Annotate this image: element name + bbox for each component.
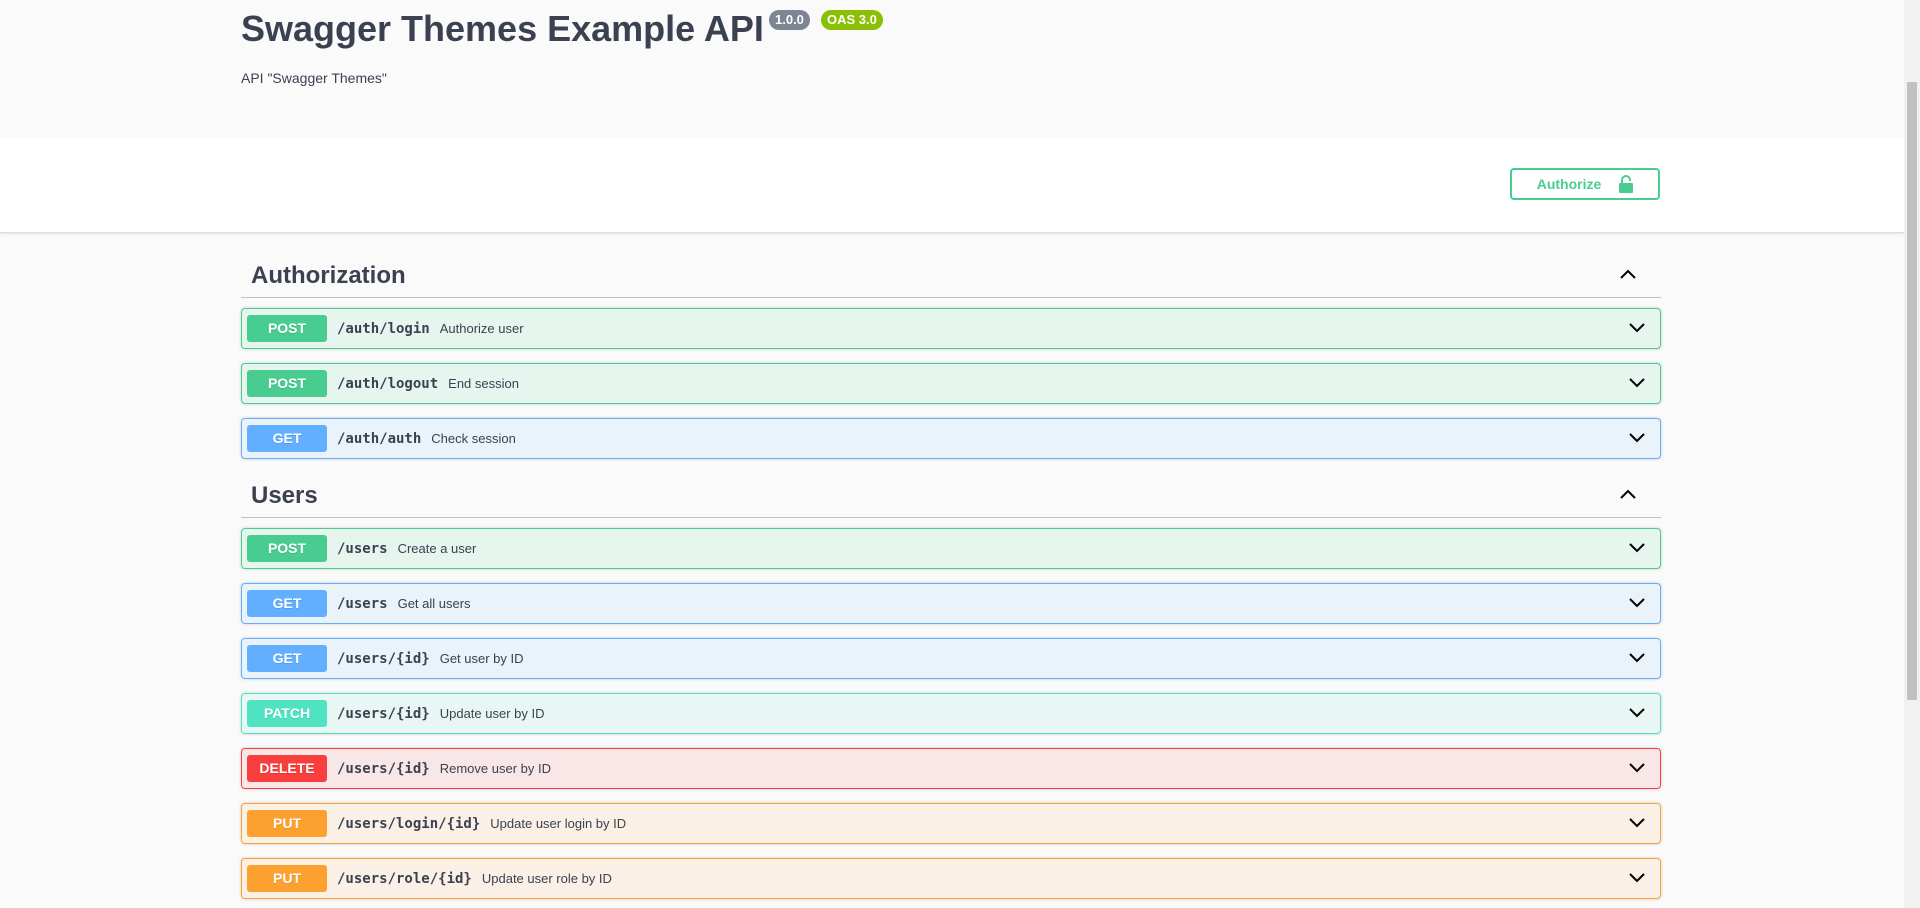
operation-get-user-by-id[interactable]: GET /users/{id} Get user by ID bbox=[241, 638, 1661, 679]
authorize-label: Authorize bbox=[1536, 176, 1602, 192]
operation-path: /users/{id} bbox=[337, 705, 430, 722]
chevron-down-icon[interactable] bbox=[1628, 871, 1646, 889]
oas-badge: OAS 3.0 bbox=[821, 10, 883, 30]
tag-users[interactable]: Users bbox=[241, 474, 1661, 518]
tag-authorization[interactable]: Authorization bbox=[241, 254, 1661, 298]
lock-icon bbox=[1619, 175, 1634, 193]
authorize-button[interactable]: Authorize bbox=[1510, 168, 1660, 200]
method-badge: GET bbox=[247, 590, 327, 617]
operation-summary: Update user role by ID bbox=[481, 871, 612, 886]
tag-name: Authorization bbox=[251, 261, 406, 289]
operation-summary: Authorize user bbox=[439, 321, 524, 336]
chevron-down-icon[interactable] bbox=[1628, 706, 1646, 724]
operation-post-auth-login[interactable]: POST /auth/login Authorize user bbox=[241, 308, 1661, 349]
chevron-down-icon[interactable] bbox=[1628, 376, 1646, 394]
operation-path: /users/{id} bbox=[337, 760, 430, 777]
operation-summary: Update user by ID bbox=[439, 706, 545, 721]
chevron-down-icon[interactable] bbox=[1628, 321, 1646, 339]
method-badge: PUT bbox=[247, 865, 327, 892]
method-badge: POST bbox=[247, 370, 327, 397]
method-badge: POST bbox=[247, 315, 327, 342]
method-badge: PATCH bbox=[247, 700, 327, 727]
operation-summary: Create a user bbox=[397, 541, 477, 556]
method-badge: PUT bbox=[247, 810, 327, 837]
api-description: API "Swagger Themes" bbox=[241, 70, 387, 86]
operation-post-users[interactable]: POST /users Create a user bbox=[241, 528, 1661, 569]
chevron-down-icon[interactable] bbox=[1628, 651, 1646, 669]
operation-summary: End session bbox=[448, 376, 519, 391]
scrollbar-thumb[interactable] bbox=[1907, 82, 1917, 700]
operation-summary: Get user by ID bbox=[439, 651, 524, 666]
operation-path: /users bbox=[337, 540, 388, 557]
operation-path: /users/login/{id} bbox=[337, 815, 481, 832]
operation-path: /users/role/{id} bbox=[337, 870, 472, 887]
chevron-up-icon[interactable] bbox=[1619, 267, 1637, 285]
operation-path: /auth/login bbox=[337, 320, 430, 337]
method-badge: DELETE bbox=[247, 755, 327, 782]
operation-summary: Check session bbox=[431, 431, 516, 446]
chevron-down-icon[interactable] bbox=[1628, 816, 1646, 834]
operation-delete-user-by-id[interactable]: DELETE /users/{id} Remove user by ID bbox=[241, 748, 1661, 789]
api-title: Swagger Themes Example API bbox=[241, 8, 764, 49]
version-badge: 1.0.0 bbox=[769, 10, 810, 30]
operation-path: /auth/auth bbox=[337, 430, 422, 447]
chevron-down-icon[interactable] bbox=[1628, 596, 1646, 614]
operation-put-user-login[interactable]: PUT /users/login/{id} Update user login … bbox=[241, 803, 1661, 844]
operation-post-auth-logout[interactable]: POST /auth/logout End session bbox=[241, 363, 1661, 404]
operation-path: /auth/logout bbox=[337, 375, 439, 392]
operation-summary: Remove user by ID bbox=[439, 761, 551, 776]
operation-summary: Get all users bbox=[397, 596, 471, 611]
operation-put-user-role[interactable]: PUT /users/role/{id} Update user role by… bbox=[241, 858, 1661, 899]
chevron-down-icon[interactable] bbox=[1628, 541, 1646, 559]
info-section: Swagger Themes Example API 1.0.0 OAS 3.0… bbox=[0, 0, 1904, 138]
operation-path: /users bbox=[337, 595, 388, 612]
operation-get-users[interactable]: GET /users Get all users bbox=[241, 583, 1661, 624]
chevron-down-icon[interactable] bbox=[1628, 761, 1646, 779]
method-badge: GET bbox=[247, 425, 327, 452]
method-badge: GET bbox=[247, 645, 327, 672]
operation-patch-user-by-id[interactable]: PATCH /users/{id} Update user by ID bbox=[241, 693, 1661, 734]
vertical-scrollbar[interactable] bbox=[1904, 0, 1920, 908]
tag-name: Users bbox=[251, 481, 318, 509]
chevron-down-icon[interactable] bbox=[1628, 431, 1646, 449]
chevron-up-icon[interactable] bbox=[1619, 487, 1637, 505]
method-badge: POST bbox=[247, 535, 327, 562]
operation-summary: Update user login by ID bbox=[490, 816, 627, 831]
scheme-container: Authorize bbox=[0, 138, 1904, 233]
operation-path: /users/{id} bbox=[337, 650, 430, 667]
operation-get-auth-auth[interactable]: GET /auth/auth Check session bbox=[241, 418, 1661, 459]
